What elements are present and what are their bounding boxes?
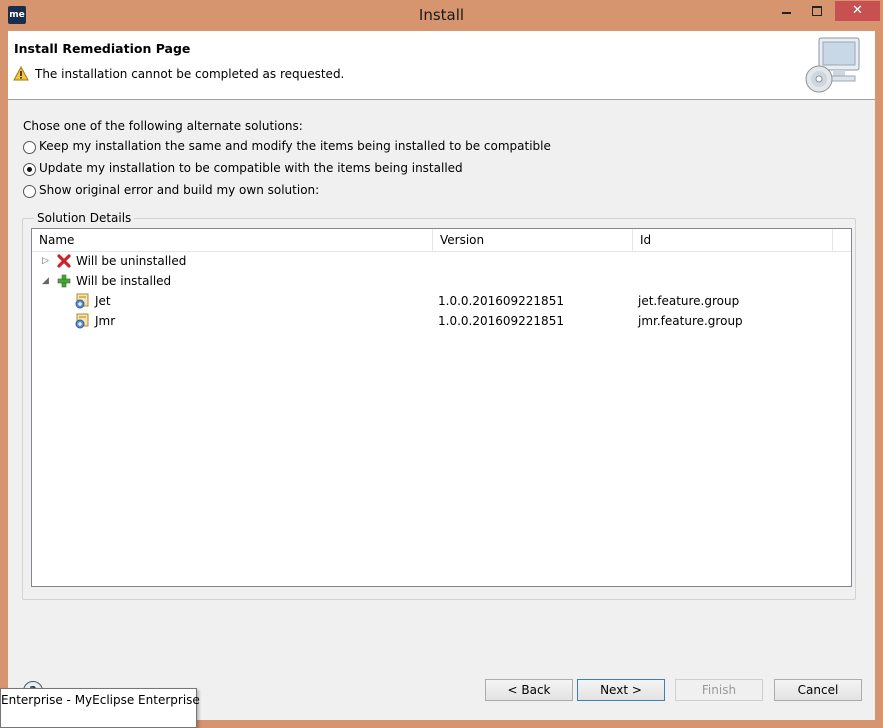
column-header-id[interactable]: Id	[633, 229, 833, 251]
tree-item-name: Jet	[95, 294, 111, 308]
tree-row[interactable]: ▷ Will be uninstalled	[32, 251, 851, 271]
maximize-icon	[812, 6, 822, 16]
tree-item-id: jmr.feature.group	[638, 314, 743, 328]
page-message: The installation cannot be completed as …	[35, 67, 345, 81]
collapse-arrow-icon[interactable]: ◢	[42, 271, 52, 291]
radio-keep-installation[interactable]	[23, 141, 36, 154]
tree-item-version: 1.0.0.201609221851	[438, 294, 564, 308]
option-label[interactable]: Update my installation to be compatible …	[39, 161, 463, 175]
finish-button[interactable]: Finish	[675, 679, 763, 701]
tree-row[interactable]: Jet 1.0.0.201609221851 jet.feature.group	[32, 291, 851, 311]
option-label[interactable]: Show original error and build my own sol…	[39, 183, 319, 197]
solution-details-label: Solution Details	[34, 211, 135, 225]
tooltip-text: Enterprise - MyEclipse Enterprise	[1, 693, 200, 707]
green-plus-icon	[57, 274, 71, 288]
feature-plugin-icon	[75, 313, 89, 329]
tree-item-name: Will be uninstalled	[76, 254, 187, 268]
tree-item-id: jet.feature.group	[638, 294, 740, 308]
tree-item-name: Will be installed	[76, 274, 172, 288]
tree-item-name: Jmr	[95, 314, 116, 328]
minimize-button[interactable]	[774, 1, 800, 21]
tree-row[interactable]: ◢ Will be installed	[32, 271, 851, 291]
minimize-icon	[782, 12, 791, 14]
dialog-client-area: Install Remediation Page The installatio…	[8, 31, 875, 720]
tree-item-version: 1.0.0.201609221851	[438, 314, 564, 328]
cancel-button[interactable]: Cancel	[774, 679, 862, 701]
page-title: Install Remediation Page	[14, 41, 191, 56]
feature-plugin-icon	[75, 293, 89, 309]
solutions-prompt: Chose one of the following alternate sol…	[23, 119, 303, 133]
back-button[interactable]: < Back	[485, 679, 573, 701]
option-label[interactable]: Keep my installation the same and modify…	[39, 139, 551, 153]
column-header-version[interactable]: Version	[433, 229, 633, 251]
next-button[interactable]: Next >	[577, 679, 665, 701]
warning-icon	[13, 66, 29, 81]
title-bar[interactable]: me Install ✕	[0, 0, 883, 31]
install-window: me Install ✕ Install Remediation Page Th…	[0, 0, 883, 728]
maximize-button[interactable]	[804, 1, 830, 21]
column-header-name[interactable]: Name	[32, 229, 433, 251]
window-title: Install	[418, 6, 465, 24]
solution-details-tree[interactable]: Name Version Id ▷ Will be uninstalled ◢	[31, 228, 852, 587]
tree-row[interactable]: Jmr 1.0.0.201609221851 jmr.feature.group	[32, 311, 851, 331]
taskbar-tooltip: Enterprise - MyEclipse Enterprise	[0, 688, 200, 728]
close-icon: ✕	[852, 3, 863, 18]
radio-update-installation[interactable]	[23, 163, 36, 176]
red-x-icon	[57, 254, 71, 268]
install-computer-cd-icon	[805, 37, 860, 93]
radio-show-original-error[interactable]	[23, 185, 36, 198]
close-button[interactable]: ✕	[835, 1, 880, 21]
expand-arrow-icon[interactable]: ▷	[42, 251, 52, 271]
tree-header: Name Version Id	[32, 229, 851, 252]
wizard-header: Install Remediation Page The installatio…	[8, 31, 875, 100]
